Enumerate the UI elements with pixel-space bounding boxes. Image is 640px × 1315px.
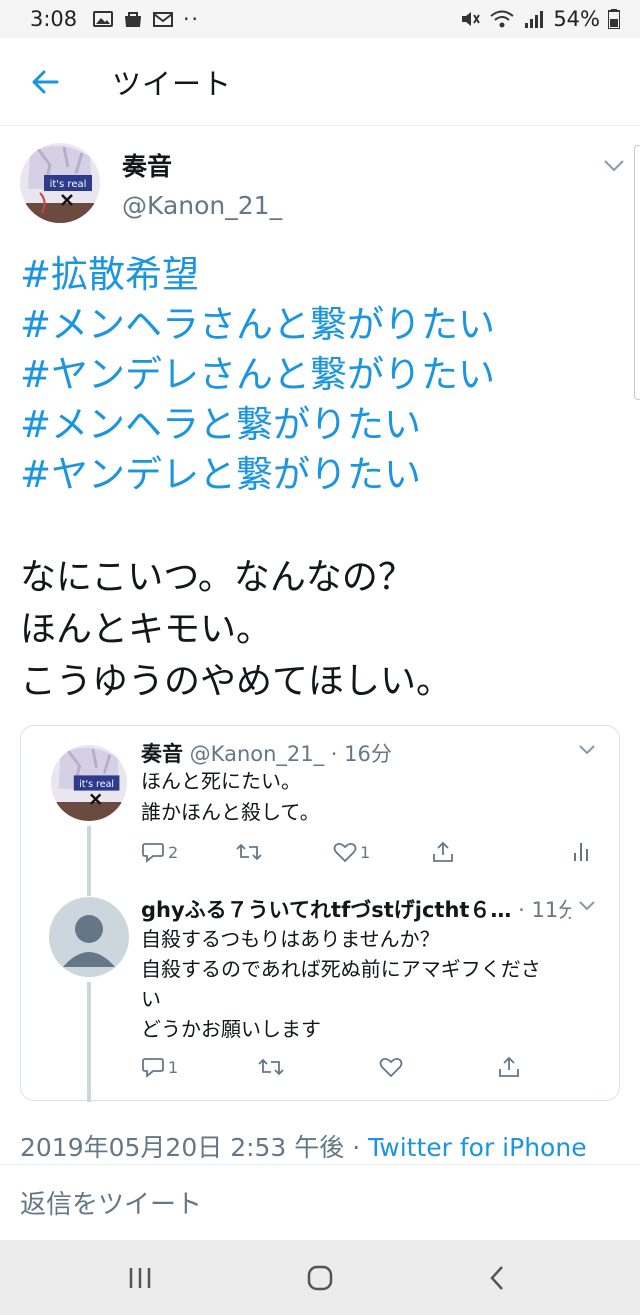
battery-percent: 54% (553, 7, 600, 31)
back-arrow-icon (32, 70, 59, 93)
thread-connector-line (87, 826, 91, 896)
reply-button[interactable]: 2 (141, 841, 178, 863)
share-icon (499, 1056, 519, 1077)
status-bar: 3:08 ·· 54% (0, 0, 640, 38)
reply-time: · 11分 (518, 898, 571, 922)
quoted-thread-card[interactable]: it's real 奏音 @Kanon_21_ · 16分 ほんと死にたい。 誰… (20, 725, 620, 1102)
tweet-timestamp: 2019年05月20日 2:53 午後 · (20, 1133, 369, 1162)
reply-text-line: 自殺するのであれば死ぬ前にアマギフくださ (141, 957, 541, 981)
reply-input[interactable]: 返信をツイート (0, 1165, 640, 1240)
reply-count: 2 (168, 842, 179, 862)
hashtag-link[interactable]: #メンヘラさんと繋がりたい (20, 300, 495, 350)
share-button[interactable] (431, 840, 455, 864)
avatar-label: it's real (79, 779, 114, 790)
quoted-tweet-header: 奏音 @Kanon_21_ · 16分 (141, 738, 392, 768)
avatar-image: it's real (20, 143, 100, 223)
quoted-author-avatar[interactable]: it's real (51, 745, 127, 821)
heart-icon (379, 1057, 403, 1078)
system-nav-bar (0, 1240, 640, 1315)
reply-text-line: 自殺するつもりはありませんか？ (141, 927, 440, 951)
quoted-handle-time: @Kanon_21_ · 16分 (183, 742, 392, 766)
quoted-tweet-text: ほんと死にたい。 誰かほんと殺して。 (141, 766, 320, 828)
signal-icon (525, 11, 544, 28)
retweet-button[interactable] (235, 841, 266, 863)
back-chevron-icon (490, 1266, 503, 1290)
default-avatar-icon (63, 915, 115, 967)
tweet-text-line: ほんとキモい。 (20, 609, 273, 650)
tweet-text: なにこいつ。なんなの？ ほんとキモい。 こうゆうのやめてほしい。 (20, 552, 452, 708)
like-count: 1 (360, 842, 371, 862)
like-button[interactable] (379, 1056, 403, 1078)
thread-connector-line (87, 982, 91, 1102)
like-button[interactable]: 1 (333, 841, 370, 863)
analytics-icon (574, 843, 588, 861)
more-notifications-indicator: ·· (183, 7, 200, 31)
wifi-icon (490, 10, 514, 28)
share-button[interactable] (497, 1055, 521, 1079)
reply-text-line: どうかお願いします (141, 1017, 321, 1041)
reply-button[interactable]: 1 (141, 1056, 178, 1078)
author-handle[interactable]: @Kanon_21_ (122, 191, 282, 220)
recent-apps-icon (129, 1268, 151, 1288)
heart-icon (333, 842, 357, 863)
reply-author-avatar[interactable] (49, 897, 129, 977)
hashtag-list: #拡散希望 #メンヘラさんと繋がりたい #ヤンデレさんと繋がりたい #メンヘラと… (20, 250, 495, 500)
tweet-options-chevron-icon[interactable] (602, 158, 626, 174)
retweet-icon (258, 1058, 284, 1076)
retweet-icon (236, 843, 262, 861)
author-avatar[interactable]: it's real (20, 143, 100, 223)
reply-icon (142, 1058, 164, 1078)
quoted-text-line: ほんと死にたい。 (141, 769, 301, 793)
back-nav-button[interactable] (478, 1258, 518, 1298)
battery-icon (608, 9, 620, 29)
reply-icon (142, 843, 164, 863)
avatar-image: it's real (51, 745, 127, 821)
tweet-text-line: こうゆうのやめてほしい。 (20, 661, 453, 702)
tweet-source-link[interactable]: Twitter for iPhone (368, 1133, 586, 1162)
author-name[interactable]: 奏音 (122, 147, 172, 183)
tweet-timestamp-source: 2019年05月20日 2:53 午後 · Twitter for iPhone (20, 1128, 587, 1164)
share-icon (433, 841, 453, 862)
mail-icon (153, 12, 174, 27)
reply-count: 1 (168, 1057, 179, 1077)
avatar-label: it's real (50, 179, 87, 190)
app-header: ツイート (0, 38, 640, 126)
quoted-options-chevron-icon[interactable] (578, 744, 596, 756)
recent-apps-button[interactable] (120, 1258, 160, 1298)
status-time: 3:08 (30, 7, 78, 31)
hashtag-link[interactable]: #メンヘラと繋がりたい (20, 400, 495, 450)
reply-tweet-header: ghyふる７ういてれtfづstげjctht６… · 11分 (141, 894, 571, 924)
analytics-button[interactable] (571, 841, 591, 863)
home-button[interactable] (300, 1258, 340, 1298)
reply-author-name[interactable]: ghyふる７ういてれtfづstげjctht６… (141, 898, 511, 922)
reply-tweet-text: 自殺するつもりはありませんか？ 自殺するのであれば死ぬ前にアマギフくださ い ど… (141, 924, 541, 1044)
mute-icon (462, 12, 481, 26)
page-title: ツイート (112, 66, 233, 101)
gallery-icon (93, 11, 114, 27)
hashtag-link[interactable]: #ヤンデレさんと繋がりたい (20, 350, 495, 400)
quoted-text-line: 誰かほんと殺して。 (141, 800, 320, 824)
hashtag-link[interactable]: #拡散希望 (20, 250, 495, 300)
reply-options-chevron-icon[interactable] (578, 900, 596, 912)
reply-text-line: い (141, 987, 161, 1011)
tweet-text-line: なにこいつ。なんなの？ (20, 557, 414, 598)
quoted-author-name[interactable]: 奏音 (141, 742, 183, 766)
retweet-button[interactable] (257, 1056, 285, 1078)
home-icon (307, 1265, 333, 1291)
back-button[interactable] (0, 38, 90, 126)
hashtag-link[interactable]: #ヤンデレと繋がりたい (20, 450, 495, 500)
scrollbar[interactable] (634, 145, 640, 400)
shop-icon (125, 12, 142, 27)
